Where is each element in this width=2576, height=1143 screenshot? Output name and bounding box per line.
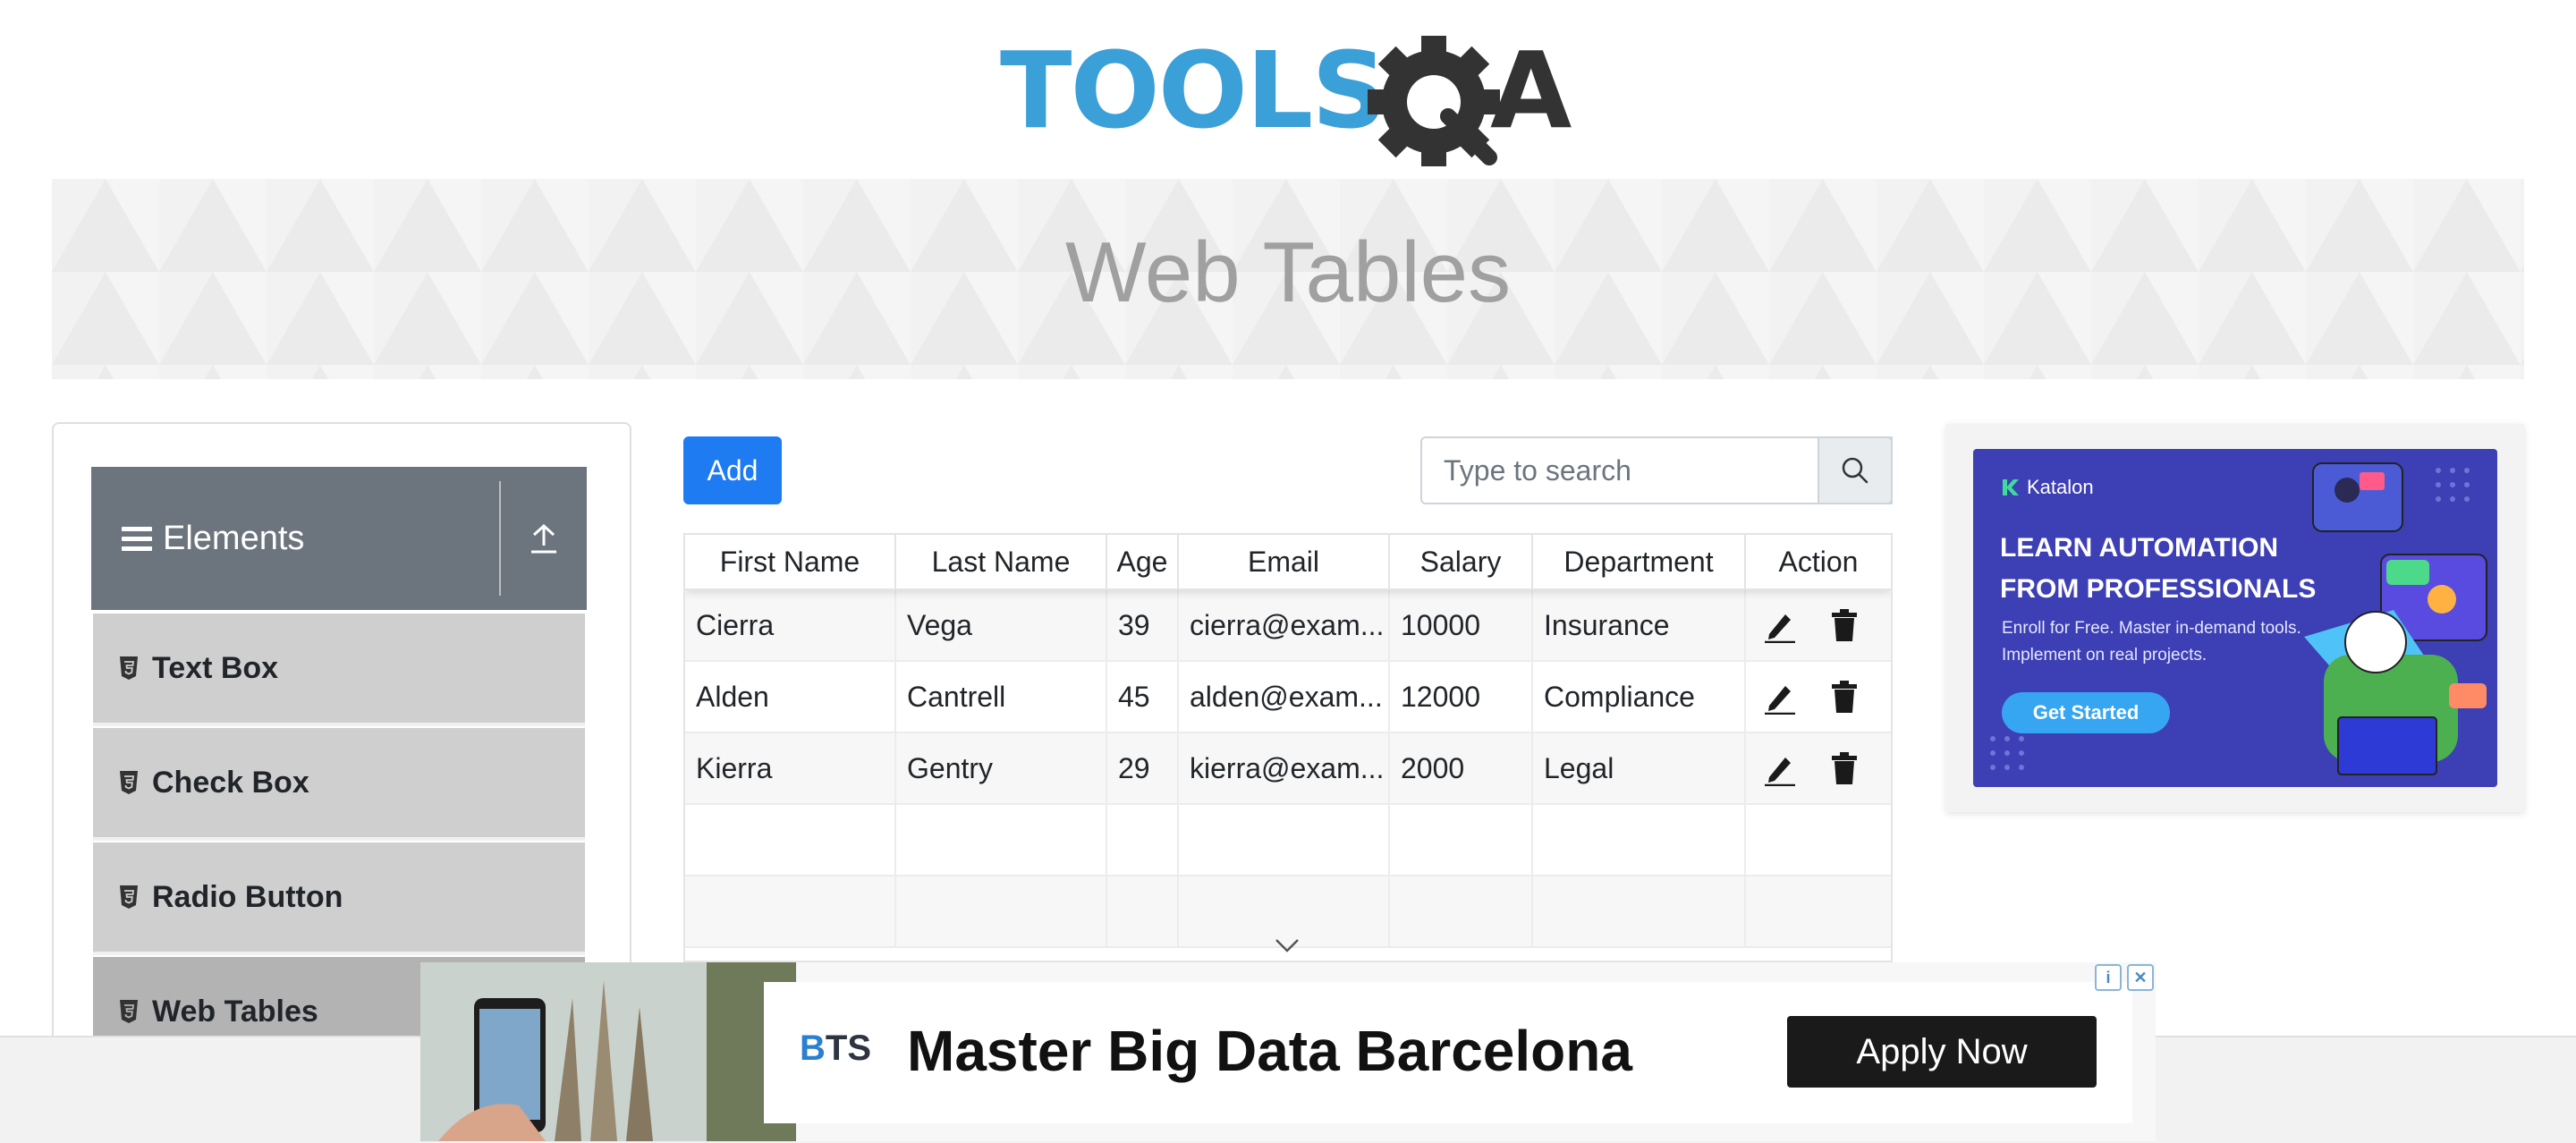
empty-cell — [1746, 805, 1891, 875]
empty-cell — [896, 876, 1107, 946]
table-row: Kierra Gentry 29 kierra@exam... 2000 Leg… — [685, 733, 1891, 805]
edit-pencil-icon[interactable] — [1762, 750, 1798, 786]
sidebar-item-label: Text Box — [152, 650, 279, 685]
html5-icon — [120, 656, 138, 680]
empty-cell — [1107, 805, 1179, 875]
html5-icon — [120, 1000, 138, 1023]
delete-trash-icon[interactable] — [1830, 750, 1859, 786]
collapse-upload-icon[interactable] — [501, 522, 587, 555]
apply-now-button[interactable]: Apply Now — [1787, 1016, 2097, 1088]
menu-icon — [122, 521, 152, 556]
cell-action — [1746, 733, 1891, 803]
column-header-email[interactable]: Email — [1179, 535, 1390, 588]
cell-last-name: Cantrell — [896, 662, 1107, 732]
column-header-first-name[interactable]: First Name — [685, 535, 896, 588]
empty-cell — [685, 876, 896, 946]
sidebar-item-label: Radio Button — [152, 879, 343, 914]
katalon-ad[interactable]: Katalon LEARN AUTOMATION FROM PROFESSION… — [1973, 449, 2497, 787]
html5-icon — [120, 771, 138, 794]
search-icon — [1842, 457, 1868, 484]
delete-trash-icon[interactable] — [1830, 679, 1859, 715]
empty-cell — [1390, 805, 1533, 875]
cell-salary: 12000 — [1390, 662, 1533, 732]
gear-icon — [1368, 36, 1500, 166]
cell-salary: 10000 — [1390, 590, 1533, 660]
toolsqa-logo[interactable]: TOOLS A — [1000, 23, 1581, 166]
web-table: First Name Last Name Age Email Salary De… — [683, 533, 1893, 962]
column-header-last-name[interactable]: Last Name — [896, 535, 1107, 588]
cell-first-name: Alden — [685, 662, 896, 732]
phone-cathedral-image — [420, 962, 796, 1141]
bottom-ad[interactable]: BTS Master Big Data Barcelona Apply Now … — [420, 962, 2156, 1141]
logo-text-tools: TOOLS — [1000, 29, 1385, 152]
edit-pencil-icon[interactable] — [1762, 679, 1798, 715]
ad-choices: i ✕ — [2095, 964, 2154, 991]
cell-last-name: Vega — [896, 590, 1107, 660]
page-banner: Web Tables — [52, 179, 2524, 379]
cell-email: kierra@exam... — [1179, 733, 1390, 803]
empty-cell — [1533, 876, 1746, 946]
empty-cell — [685, 805, 896, 875]
table-row: Alden Cantrell 45 alden@exam... 12000 Co… — [685, 662, 1891, 733]
cell-salary: 2000 — [1390, 733, 1533, 803]
bottom-ad-title: Master Big Data Barcelona — [907, 1019, 1632, 1083]
chevron-down-icon[interactable] — [1274, 936, 1301, 955]
cell-department: Legal — [1533, 733, 1746, 803]
empty-cell — [1179, 805, 1390, 875]
table-row: Cierra Vega 39 cierra@exam... 10000 Insu… — [685, 590, 1891, 662]
sidebar-item-label: Web Tables — [152, 994, 318, 1029]
table-row-empty — [685, 805, 1891, 876]
cell-age: 29 — [1107, 733, 1179, 803]
cell-age: 39 — [1107, 590, 1179, 660]
sidebar-item-text-box[interactable]: Text Box — [93, 614, 585, 726]
column-header-age[interactable]: Age — [1107, 535, 1179, 588]
edit-pencil-icon[interactable] — [1762, 607, 1798, 643]
bts-logo-ts: TS — [825, 1029, 872, 1068]
column-header-salary[interactable]: Salary — [1390, 535, 1533, 588]
ad-info-icon[interactable]: i — [2095, 964, 2122, 991]
empty-cell — [1390, 876, 1533, 946]
cell-email: cierra@exam... — [1179, 590, 1390, 660]
cell-email: alden@exam... — [1179, 662, 1390, 732]
ad-illustration — [1990, 462, 2487, 775]
cell-action — [1746, 590, 1891, 660]
sidebar-item-radio-button[interactable]: Radio Button — [93, 842, 585, 955]
cell-last-name: Gentry — [896, 733, 1107, 803]
column-header-department[interactable]: Department — [1533, 535, 1746, 588]
page-title: Web Tables — [1064, 224, 1512, 320]
empty-cell — [1533, 805, 1746, 875]
bts-logo-b: B — [800, 1029, 826, 1068]
cell-department: Insurance — [1533, 590, 1746, 660]
empty-cell — [896, 805, 1107, 875]
add-button[interactable]: Add — [683, 436, 782, 504]
sidebar-item-check-box[interactable]: Check Box — [93, 728, 585, 841]
cell-department: Compliance — [1533, 662, 1746, 732]
cell-age: 45 — [1107, 662, 1179, 732]
ad-card: BTS Master Big Data Barcelona Apply Now — [764, 982, 2132, 1123]
cell-first-name: Kierra — [685, 733, 896, 803]
sidebar-group-elements[interactable]: Elements — [91, 467, 587, 610]
logo-text-a: A — [1490, 29, 1572, 152]
column-header-action: Action — [1778, 545, 1859, 578]
sidebar-item-label: Check Box — [152, 765, 309, 800]
cell-first-name: Cierra — [685, 590, 896, 660]
table-header: First Name Last Name Age Email Salary De… — [685, 535, 1891, 590]
empty-cell — [1107, 876, 1179, 946]
delete-trash-icon[interactable] — [1830, 607, 1859, 643]
empty-cell — [1746, 876, 1891, 946]
cell-action — [1746, 662, 1891, 732]
sidebar-group-title: Elements — [163, 519, 305, 557]
search-button[interactable] — [1818, 436, 1893, 504]
bts-logo: BTS — [800, 1029, 871, 1069]
ad-photo — [420, 962, 796, 1141]
ad-close-icon[interactable]: ✕ — [2127, 964, 2154, 991]
html5-icon — [120, 885, 138, 909]
